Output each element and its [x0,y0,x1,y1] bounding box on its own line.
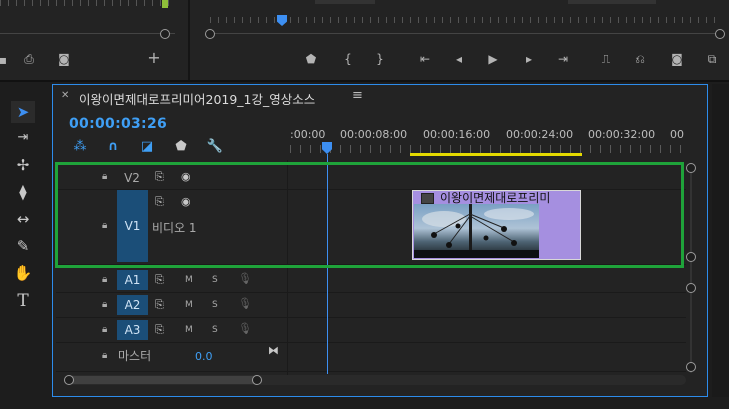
camera-icon[interactable]: ◙ [55,52,73,66]
horizontal-scroll-thumb[interactable] [66,376,260,384]
mark-out-icon[interactable]: } [371,52,389,66]
extract-icon[interactable]: ⎌ [631,52,649,66]
program-duration-box [568,0,656,4]
solo-button[interactable]: S [212,325,218,335]
track-row-a2 [56,293,686,318]
microphone-icon[interactable]: 🎙︎ [238,297,252,310]
lock-icon[interactable]: 🔒︎ [102,274,107,285]
ripple-edit-tool-icon[interactable]: ✢ [12,155,34,175]
go-to-in-icon[interactable]: ⇤ [416,52,434,66]
playhead-timecode[interactable]: 00:00:03:26 [69,116,167,132]
step-back-icon[interactable]: ◂ [450,52,468,66]
ruler-ticks [290,145,690,153]
nest-icon[interactable]: ⁂ [71,139,89,154]
panel-divider [0,80,729,82]
hand-tool-icon[interactable]: ✋ [12,263,34,283]
vertical-scrollbar[interactable] [690,163,692,373]
track-row-a1 [56,268,686,293]
track-tag-a2[interactable]: A2 [117,295,148,315]
track-select-tool-icon[interactable]: ⇥ [12,128,34,148]
toggle-sync-lock-icon[interactable]: ⎘ [155,273,164,287]
mute-button[interactable]: M [185,300,193,310]
ruler-label: :00:00 [290,128,326,141]
lock-icon[interactable]: 🔒︎ [102,350,107,361]
mark-in-icon[interactable]: { [339,52,357,66]
right-panel-strip [712,84,729,397]
zoom-handle-left[interactable] [64,375,74,385]
ruler-label: 00 [670,128,684,141]
panel-menu-icon[interactable]: ≡ [352,88,363,103]
type-tool-icon[interactable]: T [12,291,34,311]
source-prev-icon[interactable]: ▪ [0,53,12,67]
go-to-out-icon[interactable]: ⇥ [554,52,572,66]
source-time-ruler[interactable] [0,0,175,6]
go-to-edit-point-icon[interactable]: ⧓ [268,344,279,357]
marker-icon[interactable]: ⬟ [302,52,320,66]
master-track-label: 마스터 [118,349,152,363]
program-zoom-handle-left[interactable] [205,29,215,39]
mute-button[interactable]: M [185,275,193,285]
step-forward-icon[interactable]: ▸ [520,52,538,66]
track-row-a3 [56,318,686,343]
linked-selection-icon[interactable]: ◪ [138,139,156,154]
ruler-label: 00:00:24:00 [506,128,574,141]
sequence-tab-title[interactable]: 이왕이면제대로프리미어2019_1강_영상소스 [79,89,315,108]
source-in-marker [162,0,168,8]
lock-icon[interactable]: 🔒︎ [102,324,107,335]
add-marker-icon[interactable]: ⬟ [172,139,190,154]
export-frame-icon[interactable]: ◙ [668,52,686,66]
solo-button[interactable]: S [212,275,218,285]
highlight-box [55,162,684,268]
mute-button[interactable]: M [185,325,193,335]
program-zoom-handle-right[interactable] [715,29,725,39]
toggle-sync-lock-icon[interactable]: ⎘ [155,323,164,337]
zoom-handle-right[interactable] [252,375,262,385]
ruler-label: 00:00:32:00 [588,128,656,141]
vertical-scroll-handle[interactable] [686,283,696,293]
track-tag-a3[interactable]: A3 [117,320,148,340]
pen-tool-icon[interactable]: ✎ [12,236,34,256]
source-insert-icon[interactable]: ⎙ [20,52,38,66]
work-area-bar[interactable] [410,153,582,156]
program-timecode-box [315,0,375,4]
comparison-icon[interactable]: ⧉ [703,52,721,66]
lock-icon[interactable]: 🔒︎ [102,299,107,310]
lift-icon[interactable]: ⎍ [597,52,615,66]
wrench-icon[interactable]: 🔧 [206,139,224,154]
play-icon[interactable]: ▶ [484,52,502,66]
vertical-scroll-handle-bottom[interactable] [686,362,696,372]
slip-tool-icon[interactable]: ↔ [12,209,34,229]
source-zoom-handle[interactable] [160,29,170,39]
toggle-sync-lock-icon[interactable]: ⎘ [155,298,164,312]
close-icon[interactable]: ✕ [61,90,69,101]
ruler-label: 00:00:08:00 [340,128,408,141]
add-icon[interactable]: + [145,50,163,66]
solo-button[interactable]: S [212,300,218,310]
ruler-label: 00:00:16:00 [423,128,491,141]
source-scrub-bar[interactable] [0,33,175,34]
program-scrub-bar[interactable] [210,33,720,34]
vertical-scroll-handle[interactable] [686,252,696,262]
razor-tool-icon[interactable]: ⧫ [12,182,34,202]
vertical-scroll-handle-top[interactable] [686,163,696,173]
snap-icon[interactable]: ∩ [104,139,122,154]
track-tag-a1[interactable]: A1 [117,270,148,290]
microphone-icon[interactable]: 🎙︎ [238,322,252,335]
selection-tool-icon[interactable]: ➤ [12,102,34,122]
monitor-divider [188,0,190,80]
microphone-icon[interactable]: 🎙︎ [238,272,252,285]
monitor-area [0,0,729,80]
master-volume-value[interactable]: 0.0 [195,350,213,363]
